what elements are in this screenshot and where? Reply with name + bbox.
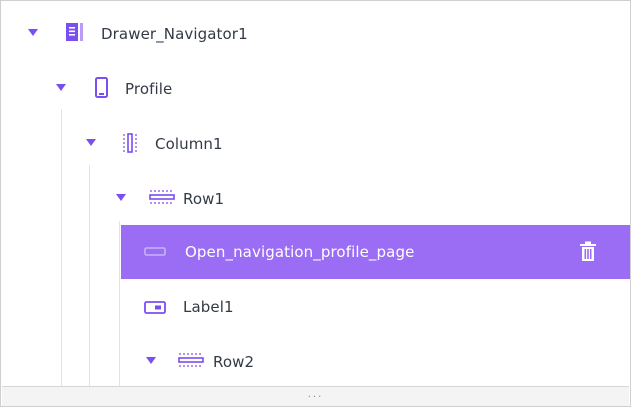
tree-item-label: Row2 [213, 353, 255, 371]
tree-item-label: Open_navigation_profile_page [185, 243, 415, 261]
expand-toggle-icon[interactable] [56, 84, 66, 91]
expand-toggle-icon[interactable] [146, 357, 156, 364]
screen-icon [91, 76, 115, 102]
tree-item-open-navigation-profile-page[interactable]: Open_navigation_profile_page [121, 225, 630, 279]
trash-icon[interactable] [577, 239, 599, 265]
tree-item-column1[interactable]: Column1 [1, 117, 630, 171]
column-layout-icon [120, 131, 144, 157]
tree-item-profile[interactable]: Profile [1, 62, 630, 116]
expand-toggle-icon[interactable] [116, 194, 126, 201]
row-layout-icon [147, 186, 175, 212]
drag-handle-dots: ... [307, 389, 324, 400]
component-tree-panel: Drawer_Navigator1 Profile Column1 Row1 O… [0, 0, 631, 407]
panel-resize-handle[interactable]: ... [2, 386, 629, 406]
row-layout-icon [176, 349, 204, 375]
tree-item-drawer-navigator1[interactable]: Drawer_Navigator1 [1, 7, 630, 61]
tree-item-row1[interactable]: Row1 [1, 172, 630, 226]
drawer-navigator-icon [62, 21, 86, 47]
button-icon [143, 239, 167, 265]
tree-item-label: Profile [125, 80, 173, 98]
tree-item-label: Column1 [155, 135, 223, 153]
label-icon [143, 294, 167, 320]
tree-item-label1[interactable]: Label1 [1, 280, 630, 334]
tree-item-label: Drawer_Navigator1 [101, 25, 248, 43]
tree-item-row2[interactable]: Row2 [1, 335, 630, 389]
expand-toggle-icon[interactable] [28, 29, 38, 36]
tree-item-label: Label1 [183, 298, 234, 316]
expand-toggle-icon[interactable] [86, 139, 96, 146]
tree-item-label: Row1 [183, 190, 225, 208]
